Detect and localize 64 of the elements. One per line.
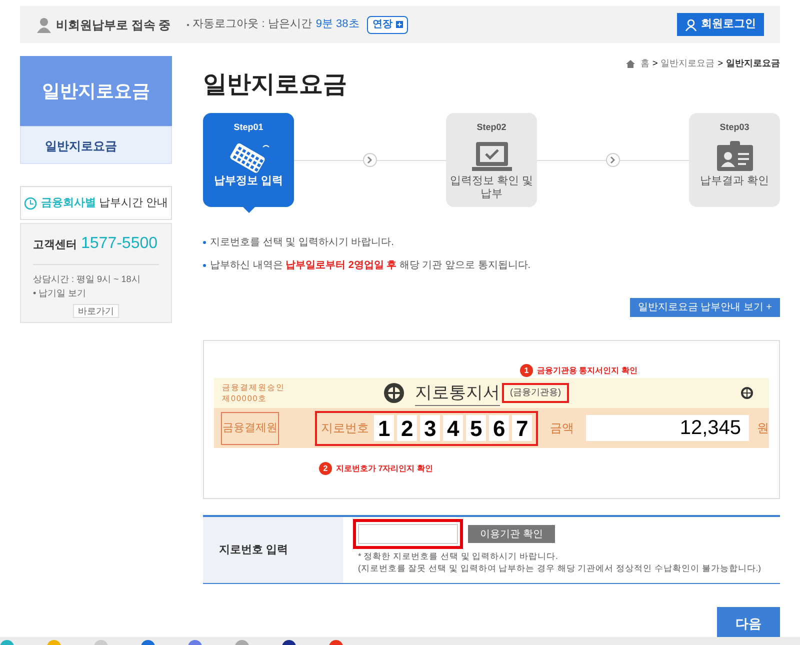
giro-digit: 7 [512,415,532,441]
sidebar-item[interactable]: 일반지로요금 [20,126,172,164]
giro-digit: 6 [489,415,510,441]
step-title: 납부결과 확인 [700,174,770,188]
support-phone: 1577-5500 [81,234,158,254]
approval-number: 제00000호 [222,393,268,404]
guide-button[interactable]: 일반지로요금 납부안내 보기 + [630,298,780,317]
login-button[interactable]: 회원로그인 [677,13,764,36]
currency-unit: 원 [757,420,769,437]
user-icon [685,18,697,30]
giro-subtitle: (금융기관용) [502,383,569,403]
remaining-time: 9분 38초 [316,17,360,32]
bullet-icon [203,241,206,244]
check-institution-button[interactable]: 이용기관 확인 [468,525,555,543]
hint-text: * 정확한 지로번호를 선택 및 입력하시기 바랍니다. [358,550,559,562]
giro-digit: 1 [374,415,394,441]
number-badge: 2 [319,462,332,475]
payment-hours-link[interactable]: 금융회사별 납부시간 안내 [20,186,172,220]
chevron-icon [606,153,620,167]
step-title: 입력정보 확인 및 납부 [448,174,534,200]
due-date-link[interactable]: • 납기일 보기 [33,286,159,300]
payment-hours-text: 금융회사별 납부시간 안내 [40,196,168,211]
hint-text: (지로번호를 잘못 선택 및 입력하여 납부하는 경우 해당 기관에서 정상적인 수납확인이 불가능합니다.) [358,562,762,574]
bullet-icon [203,264,206,267]
emblem-icon [383,382,405,404]
user-icon [36,16,52,32]
step-number: Step02 [476,121,506,134]
amount-label: 금액 [550,420,574,437]
annotation-text: 지로번호가 7자리인지 확인 [336,462,433,474]
breadcrumb-separator: > [718,57,723,70]
breadcrumb-separator: > [652,57,658,70]
support-label: 고객센터 [33,238,77,253]
breadcrumb-link[interactable]: 일반지로요금 [660,57,715,70]
step-title: 납부정보 입력 [214,174,284,188]
form-label: 지로번호 입력 [219,542,288,558]
crosshair-icon [741,387,753,399]
step-number: Step01 [234,121,264,134]
connection-status: 비회원납부로 접속 중 [56,16,171,34]
support-hours: 상담시간 : 평일 9시 ~ 18시 [33,273,142,286]
auto-logout-label: 자동로그아웃 : 남은시간 [186,16,312,33]
giro-number-label: 지로번호 [321,420,370,437]
page-title: 일반지로요금 [203,70,348,100]
extend-button[interactable]: 연장 [367,16,408,34]
number-badge: 1 [520,364,533,377]
giro-digit: 3 [420,415,440,441]
chevron-icon [363,153,377,167]
plus-icon [396,21,404,28]
clock-icon [24,196,37,210]
giro-digit: 4 [443,415,464,441]
giro-digit: 5 [466,415,486,441]
giro-title: 지로통지서 [415,380,500,406]
sidebar-title: 일반지로요금 [42,80,150,102]
step-number: Step03 [720,121,750,134]
amount-value: 12,345 [586,415,749,441]
breadcrumb-link[interactable]: 홈 [640,57,650,70]
annotation-text: 금융기관용 통지서인지 확인 [537,364,638,376]
breadcrumb-link[interactable]: 일반지로요금 [726,57,780,70]
stamp-box: 금융결제원 [221,412,280,444]
giro-digit: 2 [397,415,418,441]
approval-text: 금융결제원승인 [222,382,285,393]
home-icon [626,60,636,68]
notice-text: 지로번호를 선택 및 입력하시기 바랍니다. [210,236,394,250]
shortcut-button[interactable]: 바로가기 [73,304,119,318]
notice-text: 납부하신 내역은 납부일로부터 2영업일 후 해당 기관 앞으로 통지됩니다. [210,259,531,273]
